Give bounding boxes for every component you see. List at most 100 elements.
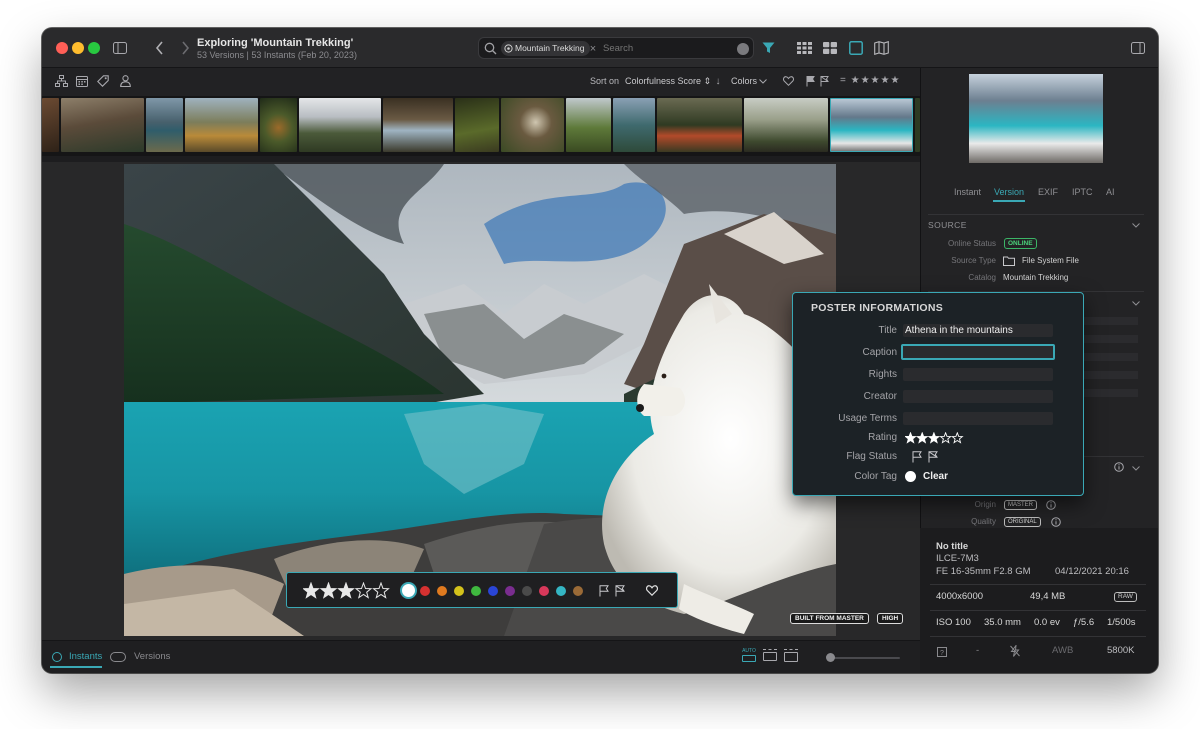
flag-filter-icon[interactable] <box>804 75 816 87</box>
color-tag-swatch[interactable] <box>905 471 916 482</box>
color-purple-swatch[interactable] <box>505 586 515 596</box>
people-icon[interactable] <box>118 74 132 88</box>
thumbnail[interactable] <box>744 98 828 152</box>
thumbnail[interactable] <box>501 98 564 152</box>
sort-criteria-dropdown[interactable]: Colorfulness Score ⇕ <box>625 76 711 87</box>
tab-exif[interactable]: EXIF <box>1038 187 1058 197</box>
search-input[interactable] <box>603 40 723 56</box>
calendar-icon[interactable] <box>75 74 89 88</box>
tag-icon[interactable] <box>96 74 110 88</box>
filter-icon[interactable] <box>760 40 776 56</box>
pick-flag-icon[interactable] <box>598 584 610 597</box>
sidebar-toggle-icon[interactable] <box>112 40 128 56</box>
reject-flag-icon[interactable] <box>927 450 939 463</box>
star-rating[interactable] <box>303 582 391 600</box>
tab-iptc[interactable]: IPTC <box>1072 187 1093 197</box>
color-yellow-swatch[interactable] <box>454 586 464 596</box>
favorite-filter-icon[interactable] <box>782 75 794 87</box>
versions-tab[interactable]: Versions <box>134 651 170 662</box>
info-icon[interactable] <box>1113 461 1125 473</box>
minimize-window-button[interactable] <box>72 42 84 54</box>
main-photo[interactable] <box>124 164 836 636</box>
thumbnail[interactable] <box>383 98 453 152</box>
grid-detailed-icon[interactable] <box>784 649 798 664</box>
thumbnail[interactable] <box>42 98 59 152</box>
exif-temperature: 5800K <box>1107 645 1135 656</box>
hierarchy-icon[interactable] <box>54 74 68 88</box>
zoom-window-button[interactable] <box>88 42 100 54</box>
divider <box>930 636 1146 637</box>
favorite-heart-icon[interactable] <box>645 584 659 597</box>
color-green-swatch[interactable] <box>471 586 481 596</box>
color-tag-field-label: Color Tag <box>854 471 897 482</box>
color-cyan-swatch[interactable] <box>556 586 566 596</box>
grid-auto-icon[interactable]: AUTO <box>742 648 756 664</box>
close-window-button[interactable] <box>56 42 68 54</box>
inspector-toggle-icon[interactable] <box>1130 40 1146 56</box>
origin-label: Origin <box>974 500 996 509</box>
info-icon[interactable] <box>1050 516 1062 528</box>
thumbnail-selected[interactable] <box>830 98 913 152</box>
thumbnail[interactable] <box>613 98 655 152</box>
sort-direction-icon[interactable]: ↓ <box>712 75 724 88</box>
map-view-icon[interactable] <box>873 40 889 56</box>
large-grid-view-icon[interactable] <box>822 40 838 56</box>
chevron-down-icon[interactable] <box>1130 220 1142 230</box>
back-icon[interactable] <box>152 39 166 57</box>
chevron-down-icon[interactable] <box>1130 463 1142 473</box>
svg-text:?: ? <box>940 649 944 656</box>
popup-star-rating[interactable] <box>905 432 965 444</box>
zoom-slider-thumb[interactable] <box>826 653 835 662</box>
remove-token-icon[interactable]: × <box>587 41 599 56</box>
thumbnail[interactable] <box>455 98 499 152</box>
grid-compact-icon[interactable] <box>763 649 777 664</box>
pick-flag-icon[interactable] <box>911 450 923 463</box>
colors-filter-dropdown[interactable]: Colors <box>731 76 757 86</box>
thumbnail[interactable] <box>260 98 297 152</box>
info-icon[interactable] <box>1045 499 1057 511</box>
usage-terms-input[interactable] <box>903 412 1053 425</box>
versions-toggle-icon[interactable] <box>110 652 126 662</box>
search-icon <box>484 42 497 55</box>
instants-radio-icon[interactable] <box>52 652 62 662</box>
color-brown-swatch[interactable] <box>573 586 583 596</box>
tab-instant[interactable]: Instant <box>954 187 981 197</box>
preview-thumbnail <box>969 74 1103 163</box>
filmstrip[interactable] <box>42 96 920 156</box>
creator-input[interactable] <box>903 390 1053 403</box>
color-pink-swatch[interactable] <box>539 586 549 596</box>
color-blue-swatch[interactable] <box>488 586 498 596</box>
color-tag-value[interactable]: Clear <box>923 471 948 482</box>
search-field[interactable]: Mountain Trekking × <box>478 37 754 59</box>
color-red-swatch[interactable] <box>420 586 430 596</box>
tab-version[interactable]: Version <box>994 187 1024 197</box>
image-viewer[interactable]: BUILT FROM MASTER HIGH <box>42 162 920 640</box>
reject-flag-filter-icon[interactable] <box>818 75 830 87</box>
thumbnail[interactable] <box>61 98 144 152</box>
color-clear-swatch[interactable] <box>400 582 417 599</box>
thumbnail[interactable] <box>657 98 742 152</box>
thumbnail[interactable] <box>299 98 381 152</box>
exif-metering: - <box>976 645 980 656</box>
color-gray-swatch[interactable] <box>522 586 532 596</box>
zoom-slider[interactable] <box>830 657 900 659</box>
chevron-down-icon[interactable] <box>1130 298 1142 308</box>
instants-tab[interactable]: Instants <box>69 651 102 662</box>
single-view-icon[interactable] <box>848 40 864 56</box>
thumbnail[interactable] <box>185 98 258 152</box>
title-input[interactable]: Athena in the mountains <box>903 324 1053 337</box>
thumbnail[interactable] <box>146 98 183 152</box>
reject-flag-icon[interactable] <box>614 584 626 597</box>
search-options-icon[interactable] <box>737 43 749 55</box>
thumbnail[interactable] <box>566 98 611 152</box>
color-orange-swatch[interactable] <box>437 586 447 596</box>
caption-input[interactable] <box>901 344 1055 360</box>
small-grid-view-icon[interactable] <box>796 40 812 56</box>
tab-ai[interactable]: AI <box>1106 187 1115 197</box>
source-section-header[interactable]: SOURCE <box>928 220 967 230</box>
rights-input[interactable] <box>903 368 1053 381</box>
search-token-chip[interactable]: Mountain Trekking <box>501 41 591 56</box>
divider <box>930 610 1146 611</box>
forward-icon[interactable] <box>178 39 192 57</box>
rating-filter[interactable]: = ★★★★★ <box>840 75 900 86</box>
